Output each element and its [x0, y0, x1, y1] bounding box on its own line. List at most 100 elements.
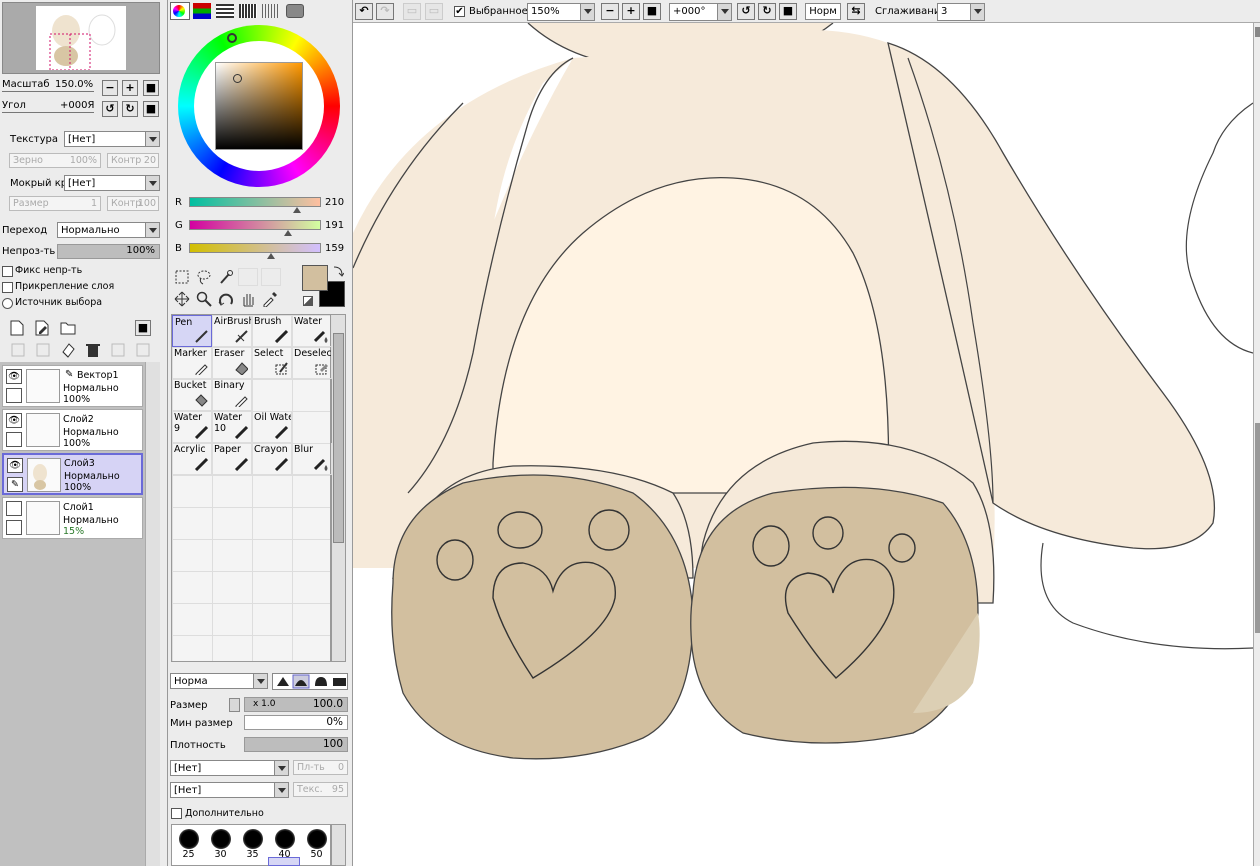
- toolbar-zoom-out-button[interactable]: −: [601, 3, 619, 20]
- zoom-slider[interactable]: [2, 91, 94, 92]
- tool-oil-water[interactable]: Oil Water: [252, 411, 292, 443]
- grain-field[interactable]: Зерно 100%: [9, 153, 101, 168]
- palette-tab[interactable]: [286, 4, 304, 18]
- r-slider[interactable]: [189, 197, 321, 207]
- density-bar[interactable]: 100: [244, 737, 348, 752]
- brush-preset-25[interactable]: 25: [172, 826, 205, 860]
- hsv-slider-tab[interactable]: [216, 4, 234, 18]
- selected-only-checkbox[interactable]: ✔: [454, 6, 465, 17]
- saturation-value-square[interactable]: [215, 62, 303, 150]
- brush-texture-density-field[interactable]: Пл-ть 0: [293, 760, 348, 775]
- blend-mode-dropdown[interactable]: Нормально: [57, 222, 160, 238]
- rotate-reset-button[interactable]: ■: [143, 101, 159, 117]
- brush-blend-dropdown[interactable]: Норма: [170, 673, 268, 689]
- size-multiplier-dropdown[interactable]: [229, 698, 240, 712]
- wet-edge-contrast-field[interactable]: Контр 100: [107, 196, 159, 211]
- layer-lock-toggle[interactable]: [6, 432, 22, 447]
- toolbar-rotate-left-button[interactable]: ↺: [737, 3, 755, 20]
- clear-layer-icon[interactable]: [60, 342, 76, 358]
- rotate-right-button[interactable]: ↻: [122, 101, 138, 117]
- new-layer-icon[interactable]: [10, 320, 24, 336]
- tool-eraser[interactable]: Eraser: [212, 347, 252, 379]
- zoom-reset-button[interactable]: ■: [143, 80, 159, 96]
- canvas-vertical-scrollbar[interactable]: [1253, 23, 1260, 866]
- wet-edge-size-field[interactable]: Размер 1: [9, 196, 101, 211]
- brush-preset-35[interactable]: 35: [236, 826, 269, 860]
- brush-preset-40[interactable]: 40: [268, 826, 301, 860]
- layer-visibility-toggle[interactable]: [6, 501, 22, 516]
- brush-preset-selected-row2[interactable]: [268, 857, 300, 866]
- tool-grid-scrollbar[interactable]: [331, 314, 346, 662]
- sv-cursor[interactable]: [233, 74, 242, 83]
- texture-contrast-field[interactable]: Контр 20: [107, 153, 159, 168]
- toolbar-zoom-in-button[interactable]: +: [622, 3, 640, 20]
- layer-sloy3-selected[interactable]: 👁 ✎ Слой3 Нормально 100%: [2, 453, 143, 495]
- rotate-left-button[interactable]: ↺: [102, 101, 118, 117]
- canvas[interactable]: [353, 23, 1253, 866]
- selection-source-radio[interactable]: [2, 298, 13, 309]
- layer-vector1[interactable]: 👁 Вектор1 ✎ Нормально 100%: [2, 365, 143, 407]
- texture-dropdown[interactable]: [Нет]: [64, 131, 160, 147]
- brush-shape-selector[interactable]: [272, 673, 348, 690]
- redo-button[interactable]: ↷: [376, 3, 394, 20]
- tool-binary[interactable]: Binary: [212, 379, 252, 411]
- b-slider-thumb[interactable]: [266, 253, 275, 259]
- transparent-color-icon[interactable]: [303, 296, 313, 306]
- flip-normal-button[interactable]: Норм: [805, 3, 841, 20]
- hand-icon[interactable]: [240, 291, 256, 307]
- tool-pen[interactable]: Pen: [172, 315, 212, 347]
- layer-lock-toggle[interactable]: [6, 388, 22, 403]
- toolbar-rotate-reset-button[interactable]: ■: [779, 3, 797, 20]
- layer-visibility-eye-icon[interactable]: 👁: [6, 369, 22, 384]
- brush-texture-dropdown[interactable]: [Нет]: [170, 760, 289, 776]
- toolbar-rotate-right-button[interactable]: ↻: [758, 3, 776, 20]
- layer-mask-button[interactable]: ■: [135, 320, 151, 336]
- new-vector-layer-icon[interactable]: [35, 320, 51, 336]
- wet-edge-dropdown[interactable]: [Нет]: [64, 175, 160, 191]
- hue-cursor[interactable]: [227, 33, 237, 43]
- brush-preset-50[interactable]: 50: [300, 826, 333, 860]
- tool-paper[interactable]: Paper: [212, 443, 252, 475]
- rotate-icon[interactable]: [218, 291, 234, 307]
- b-slider[interactable]: [189, 243, 321, 253]
- brush-texture2-field[interactable]: Текс. 95: [293, 782, 348, 797]
- eyedropper-icon[interactable]: [262, 291, 278, 307]
- layer-list-scrollbar[interactable]: [145, 362, 160, 866]
- zoom-in-button[interactable]: +: [122, 80, 138, 96]
- smoothing-dropdown[interactable]: 3: [937, 3, 985, 21]
- tool-water[interactable]: Water: [292, 315, 332, 347]
- layer-sloy2[interactable]: 👁 Слой2 Нормально 100%: [2, 409, 143, 451]
- tool-deselect[interactable]: Deselect: [292, 347, 332, 379]
- layer-opacity-bar[interactable]: 100%: [57, 244, 160, 259]
- deselect-all-button[interactable]: ▭: [403, 3, 421, 20]
- delete-layer-icon[interactable]: [85, 342, 101, 358]
- tool-marker[interactable]: Marker: [172, 347, 212, 379]
- magic-wand-icon[interactable]: [218, 269, 234, 285]
- min-size-bar[interactable]: 0%: [244, 715, 348, 730]
- angle-slider[interactable]: [2, 112, 94, 113]
- tool-bucket[interactable]: Bucket: [172, 379, 212, 411]
- tool-blur[interactable]: Blur: [292, 443, 332, 475]
- tool-water-9[interactable]: Water 9: [172, 411, 212, 443]
- zoom-dropdown[interactable]: 150%: [527, 3, 595, 21]
- invert-selection-button[interactable]: ▭: [425, 3, 443, 20]
- layer-visibility-eye-icon[interactable]: 👁: [6, 413, 22, 428]
- swap-colors-icon[interactable]: [332, 265, 344, 277]
- move-icon[interactable]: [174, 291, 190, 307]
- g-slider[interactable]: [189, 220, 321, 230]
- tool-select[interactable]: Select: [252, 347, 292, 379]
- r-slider-thumb[interactable]: [293, 207, 302, 213]
- layer-edit-pen-icon[interactable]: ✎: [7, 477, 23, 492]
- new-folder-icon[interactable]: [60, 321, 76, 335]
- undo-button[interactable]: ↶: [355, 3, 373, 20]
- brush-texture2-dropdown[interactable]: [Нет]: [170, 782, 289, 798]
- rect-select-icon[interactable]: [174, 269, 190, 285]
- tool-crayon[interactable]: Crayon: [252, 443, 292, 475]
- brush-preset-30[interactable]: 30: [204, 826, 237, 860]
- brush-presets-scrollbar[interactable]: [331, 824, 346, 866]
- clip-layer-checkbox[interactable]: [2, 282, 13, 293]
- tool-airbrush[interactable]: AirBrush: [212, 315, 252, 347]
- navigator-preview[interactable]: [2, 2, 160, 74]
- color-wheel-tab[interactable]: [170, 2, 190, 20]
- scratchpad-tab[interactable]: [262, 4, 280, 18]
